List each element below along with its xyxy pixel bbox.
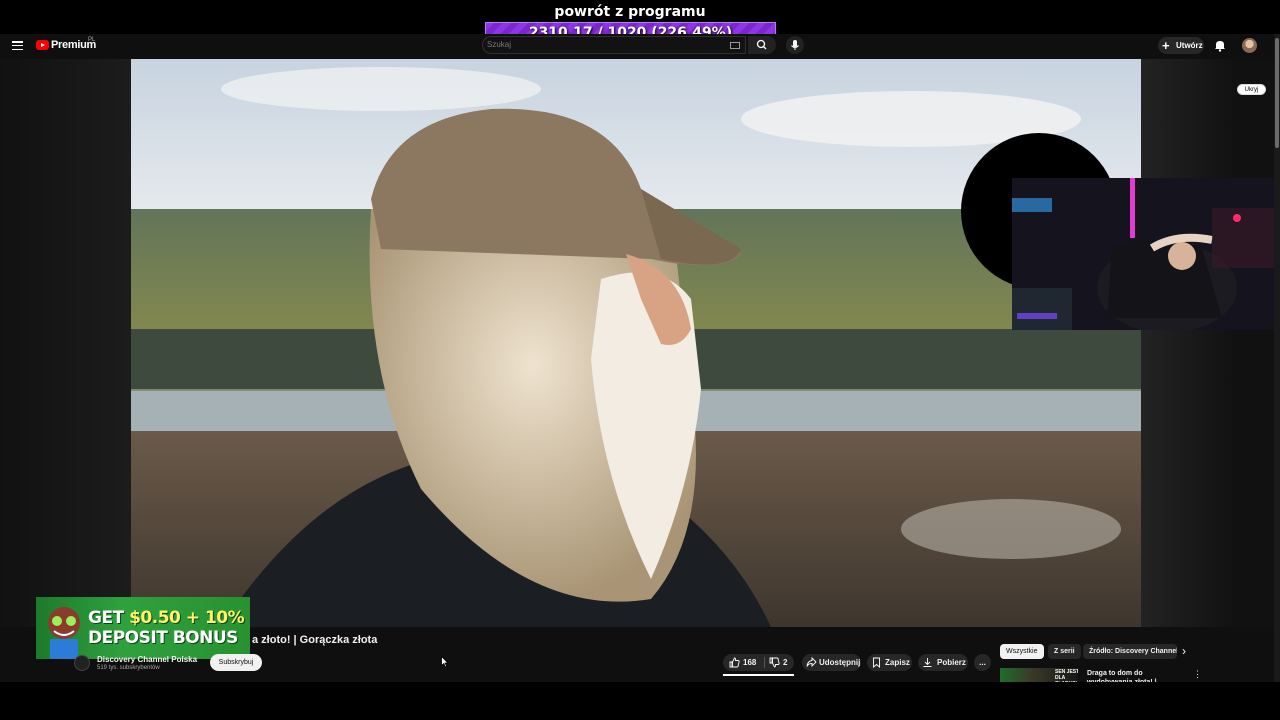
ad-line1-highlight: $0.50 + 10%: [129, 608, 245, 628]
download-icon: [923, 658, 932, 667]
bookmark-icon: [873, 657, 880, 668]
share-label: Udostępnij: [819, 658, 861, 667]
chip-source[interactable]: Źródło: Discovery Channel Polska: [1083, 644, 1177, 659]
video-frame-image: [131, 59, 1141, 627]
subscribe-button[interactable]: Subskrybuj: [210, 654, 262, 671]
video-title: a złoto! | Gorączka złota: [252, 634, 378, 646]
subscriber-count: 519 tys. subskrybentów: [97, 665, 160, 671]
video-ambient-left: [0, 59, 131, 627]
menu-icon[interactable]: [12, 41, 23, 51]
ad-text: GET $0.50 + 10% DEPOSIT BONUS: [88, 608, 245, 648]
share-icon: [806, 657, 817, 668]
dislike-count[interactable]: 2: [783, 654, 787, 671]
video-ambient-right: [1141, 59, 1274, 627]
deposit-bonus-ad[interactable]: GET $0.50 + 10% DEPOSIT BONUS: [36, 597, 250, 659]
like-divider: [764, 657, 765, 668]
bell-icon[interactable]: [1214, 39, 1226, 57]
mic-icon: [791, 40, 799, 50]
plus-icon: +: [1162, 38, 1170, 53]
search-placeholder: Szukaj: [487, 40, 512, 49]
search-icon: [756, 39, 767, 50]
share-button[interactable]: Udostępnij: [802, 654, 861, 671]
ad-line1-prefix: GET: [88, 608, 130, 628]
region-label: PL: [88, 37, 96, 43]
download-label: Pobierz: [937, 658, 966, 667]
account-avatar[interactable]: [1242, 38, 1257, 53]
webcam-image: [1012, 178, 1280, 330]
channel-avatar[interactable]: [74, 655, 90, 671]
more-actions-button[interactable]: ...: [974, 654, 991, 671]
like-count[interactable]: 168: [743, 654, 756, 671]
thumbnail-text: SEN JEST DLA SŁABYCH: [1055, 669, 1078, 682]
like-underline: [723, 674, 794, 676]
recommendation-menu-icon[interactable]: ⋮: [1193, 669, 1202, 680]
keyboard-icon[interactable]: [730, 42, 740, 49]
streamer-webcam: [1012, 178, 1280, 330]
search-button[interactable]: [748, 36, 776, 54]
chevron-right-icon[interactable]: ›: [1182, 644, 1186, 659]
create-label: Utwórz: [1176, 41, 1203, 50]
chip-series[interactable]: Z serii: [1048, 644, 1081, 659]
recommendation-title[interactable]: Draga to dom do wydobywania złota! | Gor…: [1087, 669, 1187, 682]
chip-all[interactable]: Wszystkie: [1000, 644, 1044, 659]
voice-search-button[interactable]: [786, 36, 804, 54]
dislike-icon[interactable]: [769, 657, 780, 668]
save-label: Zapisz: [885, 658, 910, 667]
video-player[interactable]: [131, 59, 1141, 627]
mouse-cursor-icon: [441, 656, 449, 668]
like-dislike-group: 168 2: [723, 654, 794, 671]
youtube-logo-icon[interactable]: [36, 40, 49, 50]
hide-button[interactable]: Ukryj: [1237, 84, 1266, 95]
stream-goal-title: powrót z programu: [554, 4, 706, 20]
download-button[interactable]: Pobierz: [918, 654, 968, 671]
ad-line2: DEPOSIT BONUS: [88, 628, 238, 648]
like-icon[interactable]: [729, 657, 740, 668]
save-button[interactable]: Zapisz: [867, 654, 912, 671]
scrollbar-thumb[interactable]: [1275, 38, 1279, 148]
channel-name[interactable]: Discovery Channel Polska: [97, 655, 197, 664]
recommendation-thumbnail[interactable]: SEN JEST DLA SŁABYCH: [1000, 668, 1078, 682]
search-input[interactable]: [482, 36, 746, 54]
ad-mascot-icon: [48, 607, 80, 659]
